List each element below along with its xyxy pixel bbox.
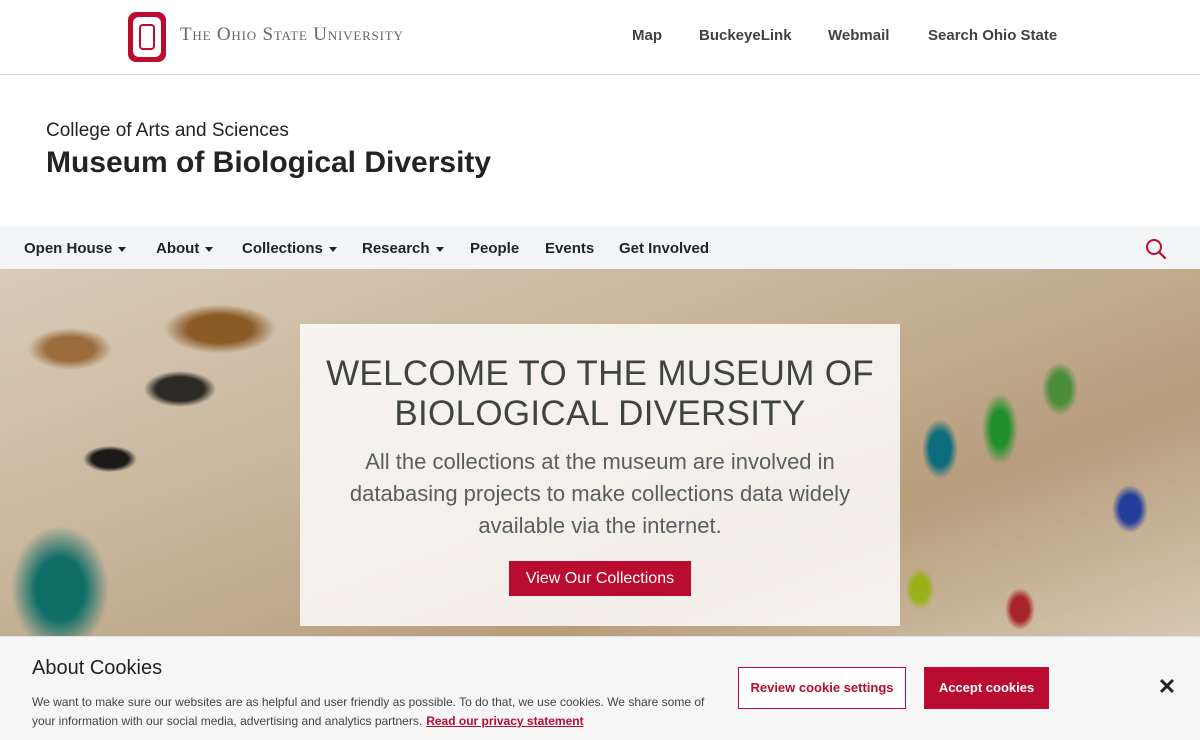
hero-card: WELCOME TO THE MUSEUM OF BIOLOGICAL DIVE… [300, 324, 900, 626]
hero-text: All the collections at the museum are in… [349, 449, 851, 538]
cookie-banner: About Cookies We want to make sure our w… [0, 636, 1200, 740]
osu-wordmark[interactable]: The Ohio State University [180, 24, 404, 46]
osu-link-webmail[interactable]: Webmail [828, 27, 889, 44]
nav-item-open-house[interactable]: Open House [24, 240, 127, 257]
site-header: College of Arts and Sciences Museum of B… [0, 76, 1200, 226]
chevron-down-icon [435, 246, 444, 252]
nav-item-collections[interactable]: Collections [242, 240, 337, 257]
hero-title: WELCOME TO THE MUSEUM OF BIOLOGICAL DIVE… [326, 354, 874, 433]
privacy-statement-link[interactable]: Read our privacy statement [426, 714, 583, 728]
nav-item-label: About [156, 240, 200, 257]
osu-top-bar: The Ohio State University Map BuckeyeLin… [0, 0, 1200, 75]
chevron-down-icon [328, 246, 337, 252]
nav-item-about[interactable]: About [156, 240, 214, 257]
osu-link-search[interactable]: Search Ohio State [928, 27, 1057, 44]
nav-item-label: Open House [24, 240, 113, 257]
nav-item-events[interactable]: Events [545, 240, 594, 257]
cookie-body: We want to make sure our websites are as… [32, 695, 705, 728]
chevron-down-icon [205, 246, 214, 252]
review-cookie-settings-button[interactable]: Review cookie settings [738, 667, 906, 709]
cookie-title: About Cookies [32, 657, 163, 679]
close-icon[interactable]: ✕ [1156, 676, 1178, 699]
nav-item-people[interactable]: People [470, 240, 519, 257]
nav-item-research[interactable]: Research [362, 240, 444, 257]
search-icon[interactable] [1145, 238, 1167, 260]
nav-item-label: Collections [242, 240, 323, 257]
college-name[interactable]: College of Arts and Sciences [46, 120, 289, 142]
osu-link-buckeyelink[interactable]: BuckeyeLink [699, 27, 792, 44]
nav-item-label: Research [362, 240, 430, 257]
hero-banner: WELCOME TO THE MUSEUM OF BIOLOGICAL DIVE… [0, 269, 1200, 640]
nav-item-get-involved[interactable]: Get Involved [619, 240, 709, 257]
chevron-down-icon [118, 246, 127, 252]
osu-link-map[interactable]: Map [632, 27, 662, 44]
cookie-text: We want to make sure our websites are as… [32, 693, 722, 731]
accept-cookies-button[interactable]: Accept cookies [924, 667, 1049, 709]
main-nav: Open House About Collections Research Pe… [0, 226, 1200, 269]
view-collections-button[interactable]: View Our Collections [509, 561, 691, 596]
osu-block-o-logo[interactable] [128, 12, 166, 62]
site-title[interactable]: Museum of Biological Diversity [46, 146, 491, 180]
